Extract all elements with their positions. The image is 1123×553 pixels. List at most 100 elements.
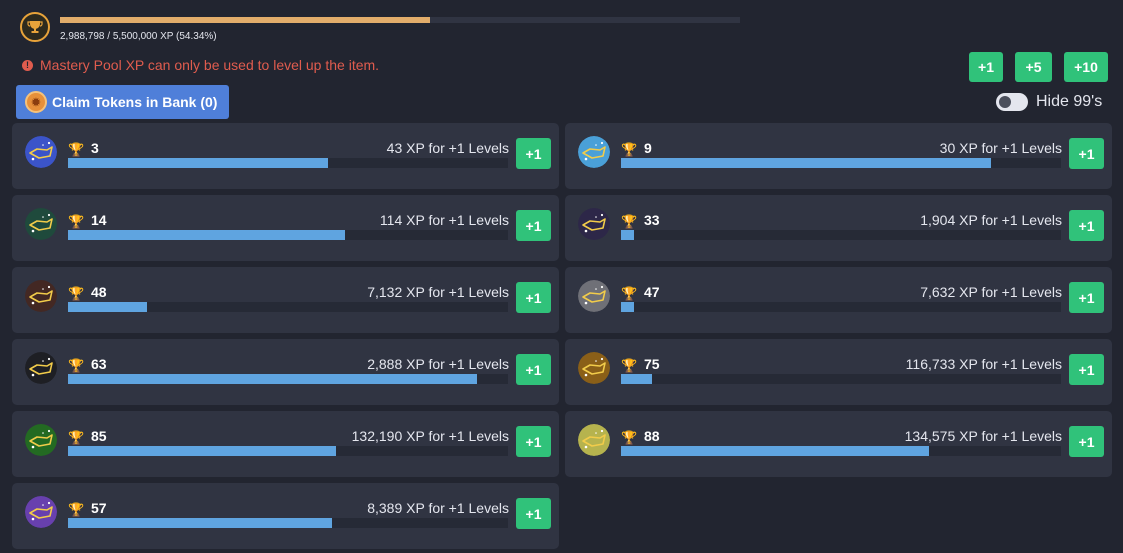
mastery-level: 3 [91,140,99,156]
xp-to-next-level: 1,904 XP for +1 Levels [920,212,1062,228]
mastery-pool-progress-bar [60,17,740,23]
spend-pool-plus10-button[interactable]: +10 [1064,52,1108,82]
constellation-icon [25,136,57,168]
constellation-icon [578,424,610,456]
xp-to-next-level: 116,733 XP for +1 Levels [905,356,1062,372]
mastery-progress-bar [68,158,508,168]
mastery-progress-bar [621,374,1061,384]
level-up-button[interactable]: +1 [1069,282,1104,313]
xp-to-next-level: 134,575 XP for +1 Levels [904,428,1062,444]
mastery-level: 57 [91,500,107,516]
mastery-item-card: 🏆 57 8,389 XP for +1 Levels +1 [12,483,559,549]
mastery-progress-fill [68,302,148,312]
spend-pool-plus5-button[interactable]: +5 [1015,52,1052,82]
mastery-progress-bar [68,518,508,528]
hide-99s-label: Hide 99's [1036,93,1103,110]
mastery-level: 75 [644,356,660,372]
trophy-icon: 🏆 [621,214,638,229]
mastery-progress-bar [621,230,1061,240]
xp-to-next-level: 30 XP for +1 Levels [939,140,1062,156]
info-icon: ! [22,59,33,71]
mastery-level: 14 [91,212,107,228]
mastery-item-card: 🏆 48 7,132 XP for +1 Levels +1 [12,267,559,333]
constellation-icon [25,208,57,240]
trophy-icon: 🏆 [68,502,85,517]
trophy-icon: 🏆 [621,358,638,373]
mastery-progress-fill [68,158,328,168]
level-up-button[interactable]: +1 [1069,138,1104,169]
constellation-icon [25,352,57,384]
mastery-progress-fill [621,302,635,312]
mastery-item-card: 🏆 75 116,733 XP for +1 Levels +1 [565,339,1112,405]
level-up-button[interactable]: +1 [1069,210,1104,241]
constellation-icon [578,208,610,240]
constellation-icon [578,352,610,384]
trophy-icon: 🏆 [621,286,638,301]
mastery-level: 85 [91,428,107,444]
mastery-item-card: 🏆 63 2,888 XP for +1 Levels +1 [12,339,559,405]
mastery-pool-xp-text: 2,988,798 / 5,500,000 XP (54.34%) [60,31,217,42]
mastery-progress-fill [621,158,991,168]
level-up-button[interactable]: +1 [516,210,551,241]
mastery-level: 48 [91,284,107,300]
mastery-progress-bar [68,302,508,312]
level-up-button[interactable]: +1 [1069,426,1104,457]
mastery-progress-fill [68,230,346,240]
mastery-level: 9 [644,140,652,156]
trophy-icon [20,12,50,42]
constellation-icon [25,424,57,456]
mastery-pool-warning: ! Mastery Pool XP can only be used to le… [22,57,379,73]
level-up-button[interactable]: +1 [516,354,551,385]
trophy-icon: 🏆 [68,142,85,157]
warning-text: Mastery Pool XP can only be used to leve… [40,57,380,73]
level-up-button[interactable]: +1 [516,426,551,457]
mastery-item-card: 🏆 3 43 XP for +1 Levels +1 [12,123,559,189]
hide-99s-toggle[interactable] [996,93,1028,111]
claim-tokens-button[interactable]: ✹ Claim Tokens in Bank (0) [16,85,229,119]
mastery-item-card: 🏆 9 30 XP for +1 Levels +1 [565,123,1112,189]
trophy-icon: 🏆 [68,430,85,445]
mastery-level: 88 [644,428,660,444]
mastery-item-card: 🏆 85 132,190 XP for +1 Levels +1 [12,411,559,477]
xp-to-next-level: 132,190 XP for +1 Levels [351,428,509,444]
trophy-icon: 🏆 [68,214,85,229]
mastery-progress-fill [621,230,635,240]
claim-tokens-label: Claim Tokens in Bank (0) [52,94,218,110]
mastery-progress-bar [621,158,1061,168]
spend-pool-plus1-button[interactable]: +1 [969,52,1003,82]
mastery-progress-bar [68,374,508,384]
mastery-progress-fill [68,374,478,384]
level-up-button[interactable]: +1 [1069,354,1104,385]
constellation-icon [25,496,57,528]
level-up-button[interactable]: +1 [516,282,551,313]
mastery-progress-bar [621,302,1061,312]
level-up-button[interactable]: +1 [516,138,551,169]
mastery-level: 33 [644,212,660,228]
mastery-item-card: 🏆 88 134,575 XP for +1 Levels +1 [565,411,1112,477]
trophy-icon: 🏆 [621,430,638,445]
mastery-progress-fill [621,446,929,456]
xp-to-next-level: 8,389 XP for +1 Levels [367,500,509,516]
mastery-level: 63 [91,356,107,372]
mastery-token-icon: ✹ [25,91,47,113]
constellation-icon [578,280,610,312]
constellation-icon [578,136,610,168]
hide-99s-control[interactable]: Hide 99's [996,93,1102,111]
mastery-progress-bar [68,230,508,240]
xp-to-next-level: 7,132 XP for +1 Levels [367,284,509,300]
mastery-item-card: 🏆 47 7,632 XP for +1 Levels +1 [565,267,1112,333]
level-up-button[interactable]: +1 [516,498,551,529]
xp-to-next-level: 2,888 XP for +1 Levels [367,356,509,372]
mastery-progress-bar [621,446,1061,456]
mastery-pool-progress-fill [60,17,430,23]
mastery-item-card: 🏆 14 114 XP for +1 Levels +1 [12,195,559,261]
constellation-icon [25,280,57,312]
xp-to-next-level: 114 XP for +1 Levels [379,212,509,228]
toggle-knob [999,96,1011,108]
trophy-icon: 🏆 [68,286,85,301]
trophy-icon: 🏆 [68,358,85,373]
mastery-progress-fill [621,374,652,384]
mastery-progress-fill [68,518,332,528]
xp-to-next-level: 7,632 XP for +1 Levels [920,284,1062,300]
mastery-level: 47 [644,284,660,300]
